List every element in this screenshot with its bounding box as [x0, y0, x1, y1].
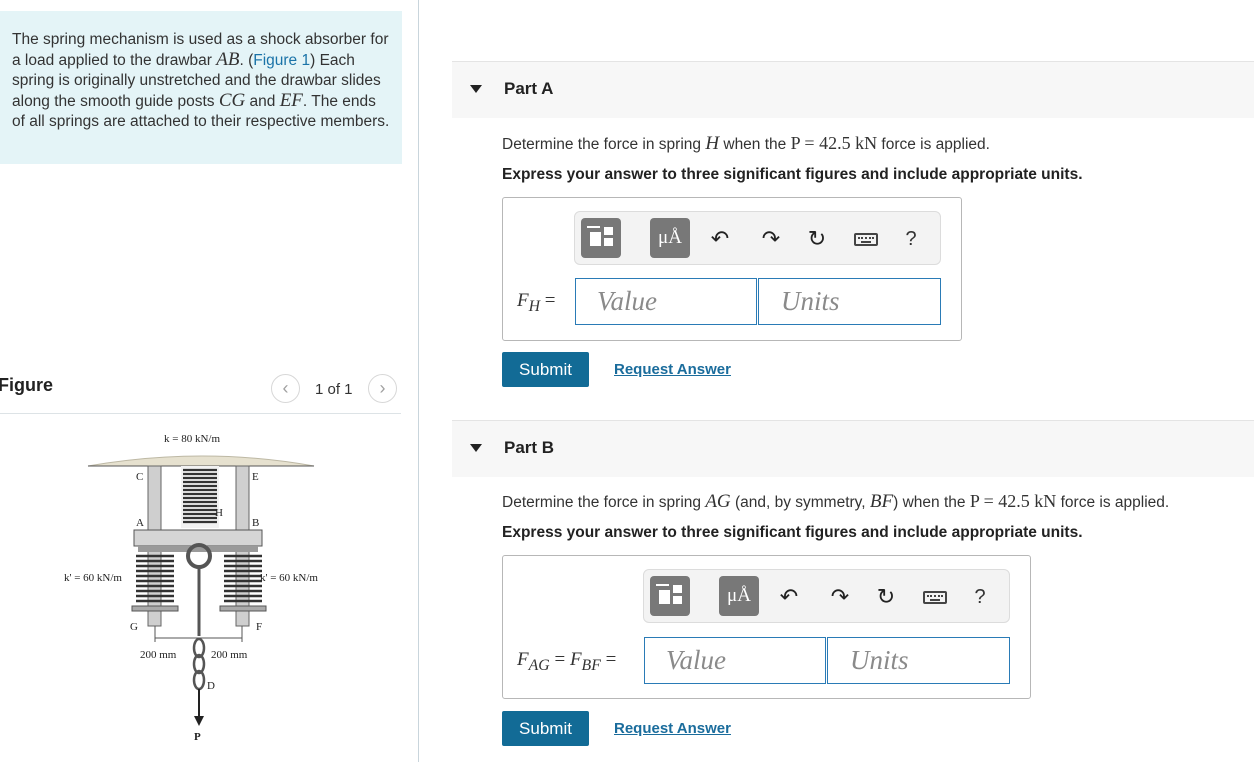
caret-down-icon[interactable]: [470, 85, 482, 93]
force-symbol: F: [569, 649, 582, 670]
question-text: when the: [719, 136, 791, 153]
templates-icon[interactable]: [650, 576, 690, 616]
equals-sign: =: [605, 649, 617, 670]
figure-link[interactable]: Figure 1: [253, 52, 310, 69]
templates-icon[interactable]: [581, 218, 621, 258]
chain-d: [192, 637, 206, 691]
label-k-left: k' = 60 kN/m: [64, 572, 122, 584]
force-symbol: F: [517, 290, 529, 311]
divider: [0, 413, 401, 414]
label-d: D: [207, 680, 215, 692]
question-text: force is applied.: [877, 136, 990, 153]
force-subscript: H: [528, 297, 541, 315]
load-expression: P = 42.5 kN: [790, 133, 878, 153]
answer-label: FH =: [517, 290, 556, 316]
label-dim-left: 200 mm: [140, 649, 177, 661]
part-a-request-answer-link[interactable]: Request Answer: [614, 361, 731, 378]
drawbar-symbol: AB: [216, 49, 240, 70]
label-p: P: [194, 731, 201, 743]
caret-down-icon[interactable]: [470, 444, 482, 452]
label-b: B: [252, 517, 259, 529]
label-k-right: k' = 60 kN/m: [260, 572, 318, 584]
spring-mechanism-figure: k = 80 kN/m C E A B H k' = 60 kN/m k' = …: [64, 433, 318, 743]
question-text: Determine the force in spring: [502, 136, 706, 153]
answer-label: FAG = FBF =: [517, 649, 616, 675]
part-b-request-answer-link[interactable]: Request Answer: [614, 720, 731, 737]
part-b-title: Part B: [504, 438, 555, 457]
figure-counter: 1 of 1: [315, 381, 353, 398]
value-input[interactable]: Value: [644, 637, 826, 684]
label-a: A: [136, 517, 144, 529]
part-b-header[interactable]: Part B: [452, 420, 1254, 477]
part-a-instruction: Express your answer to three significant…: [502, 166, 1083, 183]
question-text: ) when the: [893, 494, 970, 511]
label-h: H: [215, 507, 223, 519]
part-a-question: Determine the force in spring H when the…: [502, 133, 990, 155]
reset-icon[interactable]: ↻: [873, 583, 899, 611]
question-text: force is applied.: [1056, 494, 1170, 511]
load-arrow: [194, 716, 204, 726]
keyboard-icon[interactable]: [854, 233, 878, 246]
units-input[interactable]: Units: [758, 278, 941, 325]
question-text: Determine the force in spring: [502, 494, 706, 511]
ceiling-support: [87, 455, 315, 467]
label-k-top: k = 80 kN/m: [164, 433, 220, 445]
part-b-answer-box: μÅ ↶ ↷ ↻ ? FAG = FBF = Value Units: [502, 555, 1031, 699]
redo-icon[interactable]: ↷: [758, 225, 784, 253]
spring-symbol: AG: [705, 491, 731, 512]
figure-pager: ‹ 1 of 1 ›: [271, 374, 401, 404]
chevron-right-icon[interactable]: ›: [368, 374, 397, 403]
label-dim-right: 200 mm: [211, 649, 248, 661]
label-f: F: [256, 621, 262, 633]
force-subscript: AG: [528, 656, 550, 674]
reset-icon[interactable]: ↻: [804, 225, 830, 253]
spring-symbol: H: [705, 133, 720, 154]
spring-symbol: BF: [869, 491, 894, 512]
figure-title: Figure: [0, 375, 54, 395]
label-e: E: [252, 471, 259, 483]
undo-icon[interactable]: ↶: [707, 225, 733, 253]
units-input[interactable]: Units: [827, 637, 1010, 684]
part-b-toolbar: μÅ ↶ ↷ ↻ ?: [643, 569, 1010, 623]
part-b-submit-button[interactable]: Submit: [502, 711, 589, 746]
part-a-title: Part A: [504, 79, 554, 98]
force-symbol: F: [517, 649, 529, 670]
label-c: C: [136, 471, 143, 483]
guide-post-symbol: CG: [218, 90, 246, 111]
equals-sign: =: [544, 290, 556, 311]
value-input[interactable]: Value: [575, 278, 757, 325]
problem-text: and: [245, 93, 280, 110]
part-a-answer-box: μÅ ↶ ↷ ↻ ? FH = Value Units: [502, 197, 962, 341]
chevron-left-icon[interactable]: ‹: [271, 374, 300, 403]
problem-text: . (: [239, 52, 254, 69]
part-a-submit-button[interactable]: Submit: [502, 352, 589, 387]
problem-statement: The spring mechanism is used as a shock …: [0, 11, 402, 164]
undo-icon[interactable]: ↶: [776, 583, 802, 611]
help-icon[interactable]: ?: [967, 583, 993, 611]
equals-sign: =: [554, 649, 566, 670]
help-icon[interactable]: ?: [898, 225, 924, 253]
label-g: G: [130, 621, 138, 633]
redo-icon[interactable]: ↷: [827, 583, 853, 611]
question-text: (and, by symmetry,: [730, 494, 870, 511]
part-a-header[interactable]: Part A: [452, 61, 1254, 118]
part-a-toolbar: μÅ ↶ ↷ ↻ ?: [574, 211, 941, 265]
spring-h: [181, 466, 219, 528]
guide-post-symbol: EF: [279, 90, 303, 111]
part-b-instruction: Express your answer to three significant…: [502, 524, 1083, 541]
units-icon[interactable]: μÅ: [719, 576, 759, 616]
part-b-question: Determine the force in spring AG (and, b…: [502, 491, 1169, 513]
keyboard-icon[interactable]: [923, 591, 947, 604]
load-expression: P = 42.5 kN: [969, 491, 1057, 511]
left-pane: The spring mechanism is used as a shock …: [0, 0, 419, 762]
units-icon[interactable]: μÅ: [650, 218, 690, 258]
force-subscript: BF: [581, 656, 601, 674]
